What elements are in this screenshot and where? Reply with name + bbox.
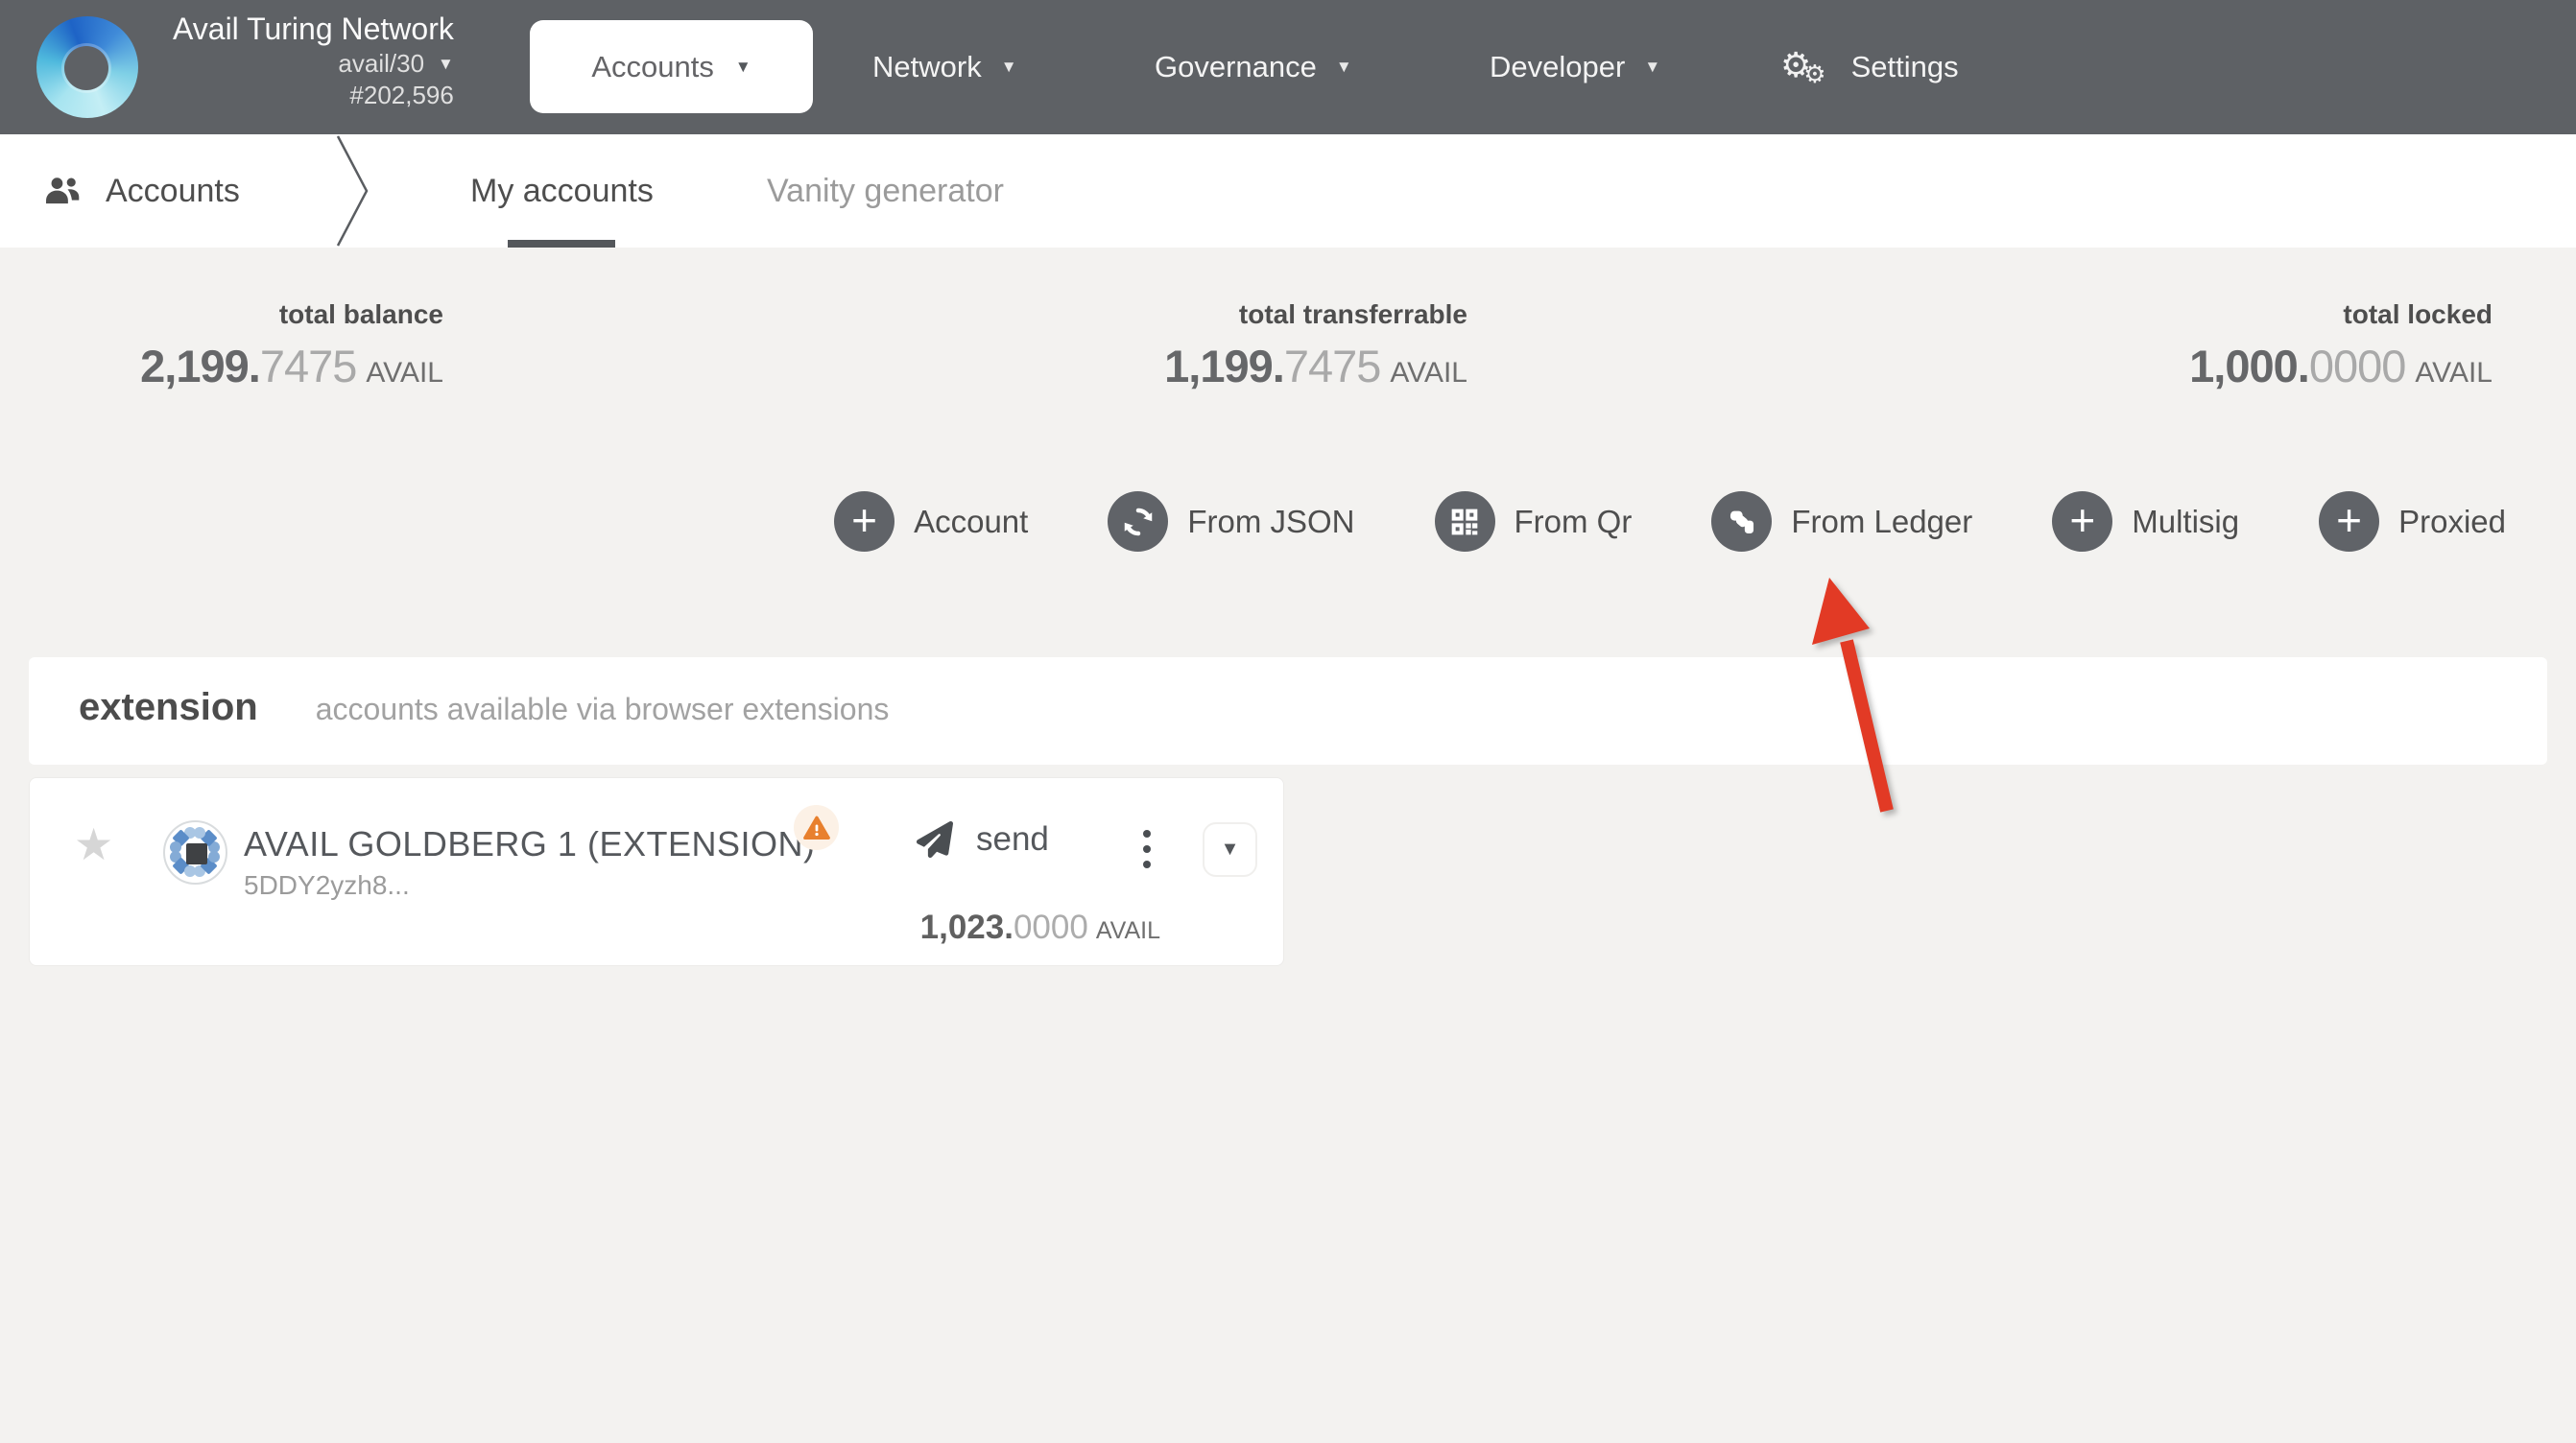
section-head: Accounts — [44, 134, 240, 248]
qr-icon — [1434, 491, 1495, 552]
stat-value: 1,199.7475 AVAIL — [1164, 341, 1467, 391]
account-identicon[interactable] — [163, 820, 227, 885]
warning-badge[interactable] — [794, 805, 839, 850]
favorite-star-icon[interactable]: ★ — [74, 822, 113, 866]
nav-accounts-button[interactable]: Accounts ▼ — [530, 20, 813, 113]
plus-icon: + — [834, 491, 895, 552]
block-number: #202,596 — [349, 81, 454, 109]
chevron-down-icon: ▼ — [734, 57, 751, 76]
chevron-down-icon: ▼ — [438, 55, 454, 73]
tabbar: Accounts My accounts Vanity generator — [0, 134, 2576, 248]
avail-logo-hole — [64, 46, 108, 90]
breadcrumb-chevron — [336, 135, 369, 247]
chevron-down-icon: ▼ — [1644, 58, 1661, 76]
nav-developer-label: Developer — [1490, 50, 1626, 83]
account-actions-row: + Account From JSON From Qr From Ledger … — [834, 491, 2506, 552]
chevron-down-icon: ▼ — [1220, 839, 1240, 860]
stat-label: total balance — [278, 299, 443, 329]
brand-block: Avail Turing Network avail/30 ▼ #202,596 — [173, 10, 454, 111]
chevron-down-icon: ▼ — [1000, 58, 1017, 76]
warning-triangle-icon — [802, 816, 830, 840]
stat-total-transferrable: total transferrable 1,199.7475 AVAIL — [1164, 299, 1467, 392]
restore-json-button[interactable]: From JSON — [1108, 491, 1355, 552]
stat-label: total locked — [2343, 299, 2493, 329]
stat-total-locked: total locked 1,000.0000 AVAIL — [2189, 299, 2493, 392]
nav-network-label: Network — [872, 50, 982, 83]
add-qr-button[interactable]: From Qr — [1434, 491, 1632, 552]
account-address: 5DDY2yzh8... — [244, 870, 410, 900]
stat-total-balance: total balance 2,199.7475 AVAIL — [140, 299, 443, 392]
extension-table-header: extension accounts available via browser… — [29, 657, 2547, 765]
plus-icon: + — [2319, 491, 2380, 552]
nav-settings[interactable]: ⚙ ⚙ Settings — [1780, 0, 1959, 134]
network-title: Avail Turing Network — [173, 12, 454, 46]
account-row: ★ AVAIL GOLDBERG 1 (EXTENSION) 5DDY2yzh8… — [29, 777, 1284, 966]
chevron-down-icon: ▼ — [1335, 58, 1352, 76]
plus-icon: + — [2052, 491, 2113, 552]
add-multisig-button[interactable]: + Multisig — [2052, 491, 2239, 552]
add-ledger-button[interactable]: From Ledger — [1711, 491, 1972, 552]
identicon-center — [186, 843, 207, 864]
table-title: extension — [79, 686, 258, 728]
account-balance: 1,023.0000 AVAIL — [919, 909, 1160, 946]
paper-plane-icon — [916, 821, 953, 858]
topbar: Avail Turing Network avail/30 ▼ #202,596… — [0, 0, 2576, 134]
nav-network[interactable]: Network ▼ — [872, 0, 1017, 134]
nav-developer[interactable]: Developer ▼ — [1490, 0, 1660, 134]
refresh-icon — [1108, 491, 1169, 552]
gears-icon: ⚙ ⚙ — [1780, 45, 1826, 88]
chain-spec-selector[interactable]: avail/30 ▼ — [338, 48, 453, 80]
more-options-button[interactable] — [1139, 826, 1155, 872]
send-button[interactable]: send — [915, 820, 1049, 859]
add-proxied-button[interactable]: + Proxied — [2319, 491, 2506, 552]
nav-governance[interactable]: Governance ▼ — [1155, 0, 1352, 134]
section-label: Accounts — [106, 172, 240, 209]
tab-vanity-generator[interactable]: Vanity generator — [767, 134, 1004, 248]
table-subtitle: accounts available via browser extension… — [315, 692, 890, 726]
avail-logo-icon — [36, 16, 138, 118]
people-icon — [46, 177, 80, 204]
chain-spec-label: avail/30 — [338, 49, 425, 78]
send-label: send — [976, 820, 1049, 858]
add-account-button[interactable]: + Account — [834, 491, 1028, 552]
account-name: AVAIL GOLDBERG 1 (EXTENSION) — [244, 824, 816, 863]
nav-settings-label: Settings — [1850, 50, 1959, 83]
ledger-icon — [1711, 491, 1773, 552]
nav-accounts-label: Accounts — [591, 49, 714, 83]
nav-governance-label: Governance — [1155, 50, 1317, 83]
stat-value: 2,199.7475 AVAIL — [140, 341, 443, 391]
tab-my-accounts[interactable]: My accounts — [470, 134, 654, 248]
stat-label: total transferrable — [1238, 299, 1467, 329]
page: Avail Turing Network avail/30 ▼ #202,596… — [0, 0, 2576, 1443]
expand-row-button[interactable]: ▼ — [1203, 822, 1257, 877]
stat-value: 1,000.0000 AVAIL — [2189, 341, 2493, 391]
